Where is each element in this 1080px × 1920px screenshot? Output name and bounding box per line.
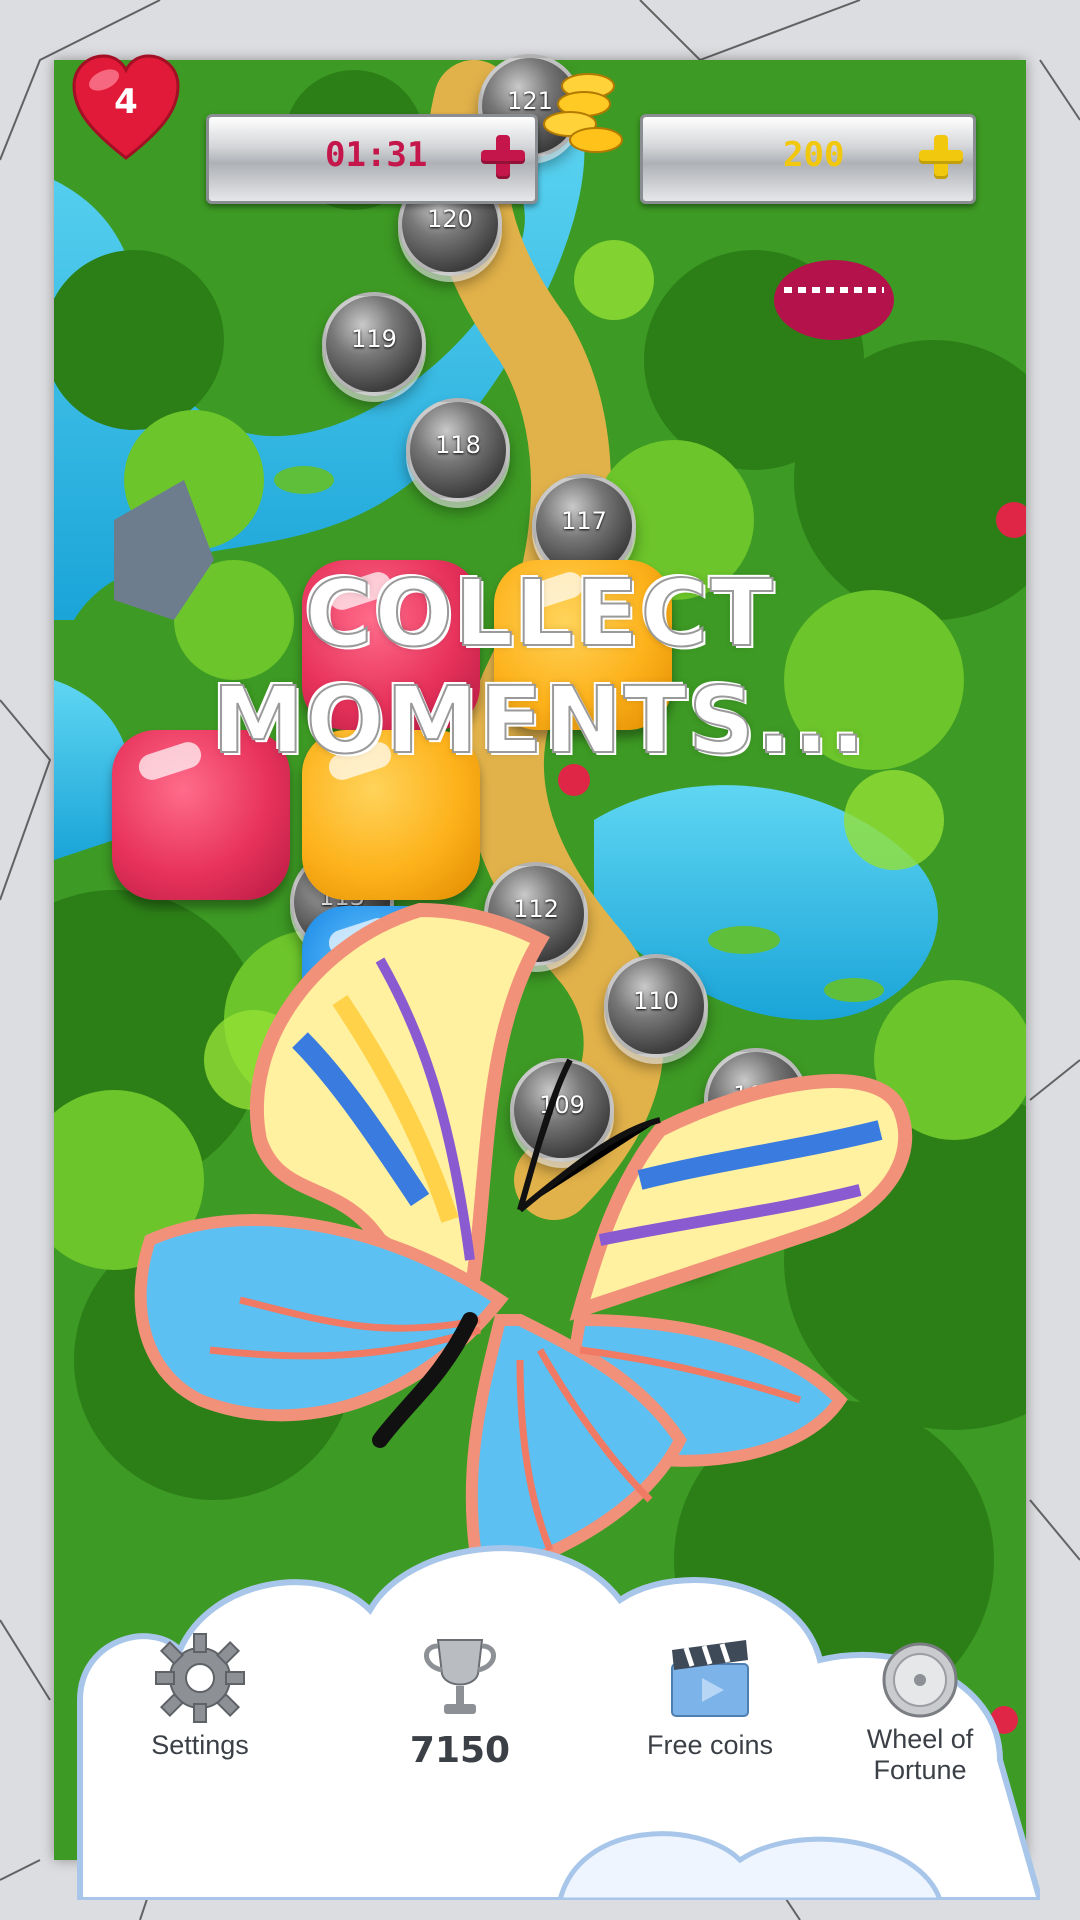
wheel-label-line2: Fortune — [873, 1755, 967, 1785]
settings-label: Settings — [151, 1730, 249, 1760]
add-lives-button[interactable] — [477, 131, 529, 183]
life-timer: 01:31 — [325, 135, 428, 175]
free-coins-label: Free coins — [646, 1730, 774, 1760]
coin-count: 200 — [783, 135, 845, 175]
score-trophy[interactable]: 7150 — [390, 1630, 530, 1771]
level-number: 120 — [427, 205, 473, 233]
butterfly-illustration — [134, 902, 913, 1588]
free-coins-button[interactable]: Free coins — [630, 1630, 790, 1761]
level-node-118[interactable]: 118 — [406, 398, 510, 502]
wheel-icon — [882, 1642, 958, 1718]
level-number: 118 — [435, 431, 481, 459]
add-coins-button[interactable] — [915, 131, 967, 183]
coin-stack-icon — [543, 73, 623, 153]
lives-count: 4 — [114, 82, 138, 122]
collect-moments-banner: COLLECT MOMENTS... — [211, 559, 868, 775]
coins-bar: 200 — [640, 114, 976, 204]
wheel-label-line1: Wheel of — [866, 1724, 974, 1754]
settings-button[interactable]: Settings — [130, 1630, 270, 1761]
clapperboard-icon — [671, 1640, 749, 1717]
level-number: 119 — [351, 325, 397, 353]
trophy-icon — [424, 1639, 496, 1714]
level-number: 117 — [561, 507, 607, 535]
lives-timer-bar: 01:31 — [206, 114, 538, 204]
wheel-of-fortune-button[interactable]: Wheel of Fortune — [850, 1640, 990, 1786]
total-score: 7150 — [409, 1730, 511, 1771]
gear-icon — [155, 1633, 245, 1723]
lives-heart: 4 — [70, 52, 182, 164]
level-node-119[interactable]: 119 — [322, 292, 426, 396]
